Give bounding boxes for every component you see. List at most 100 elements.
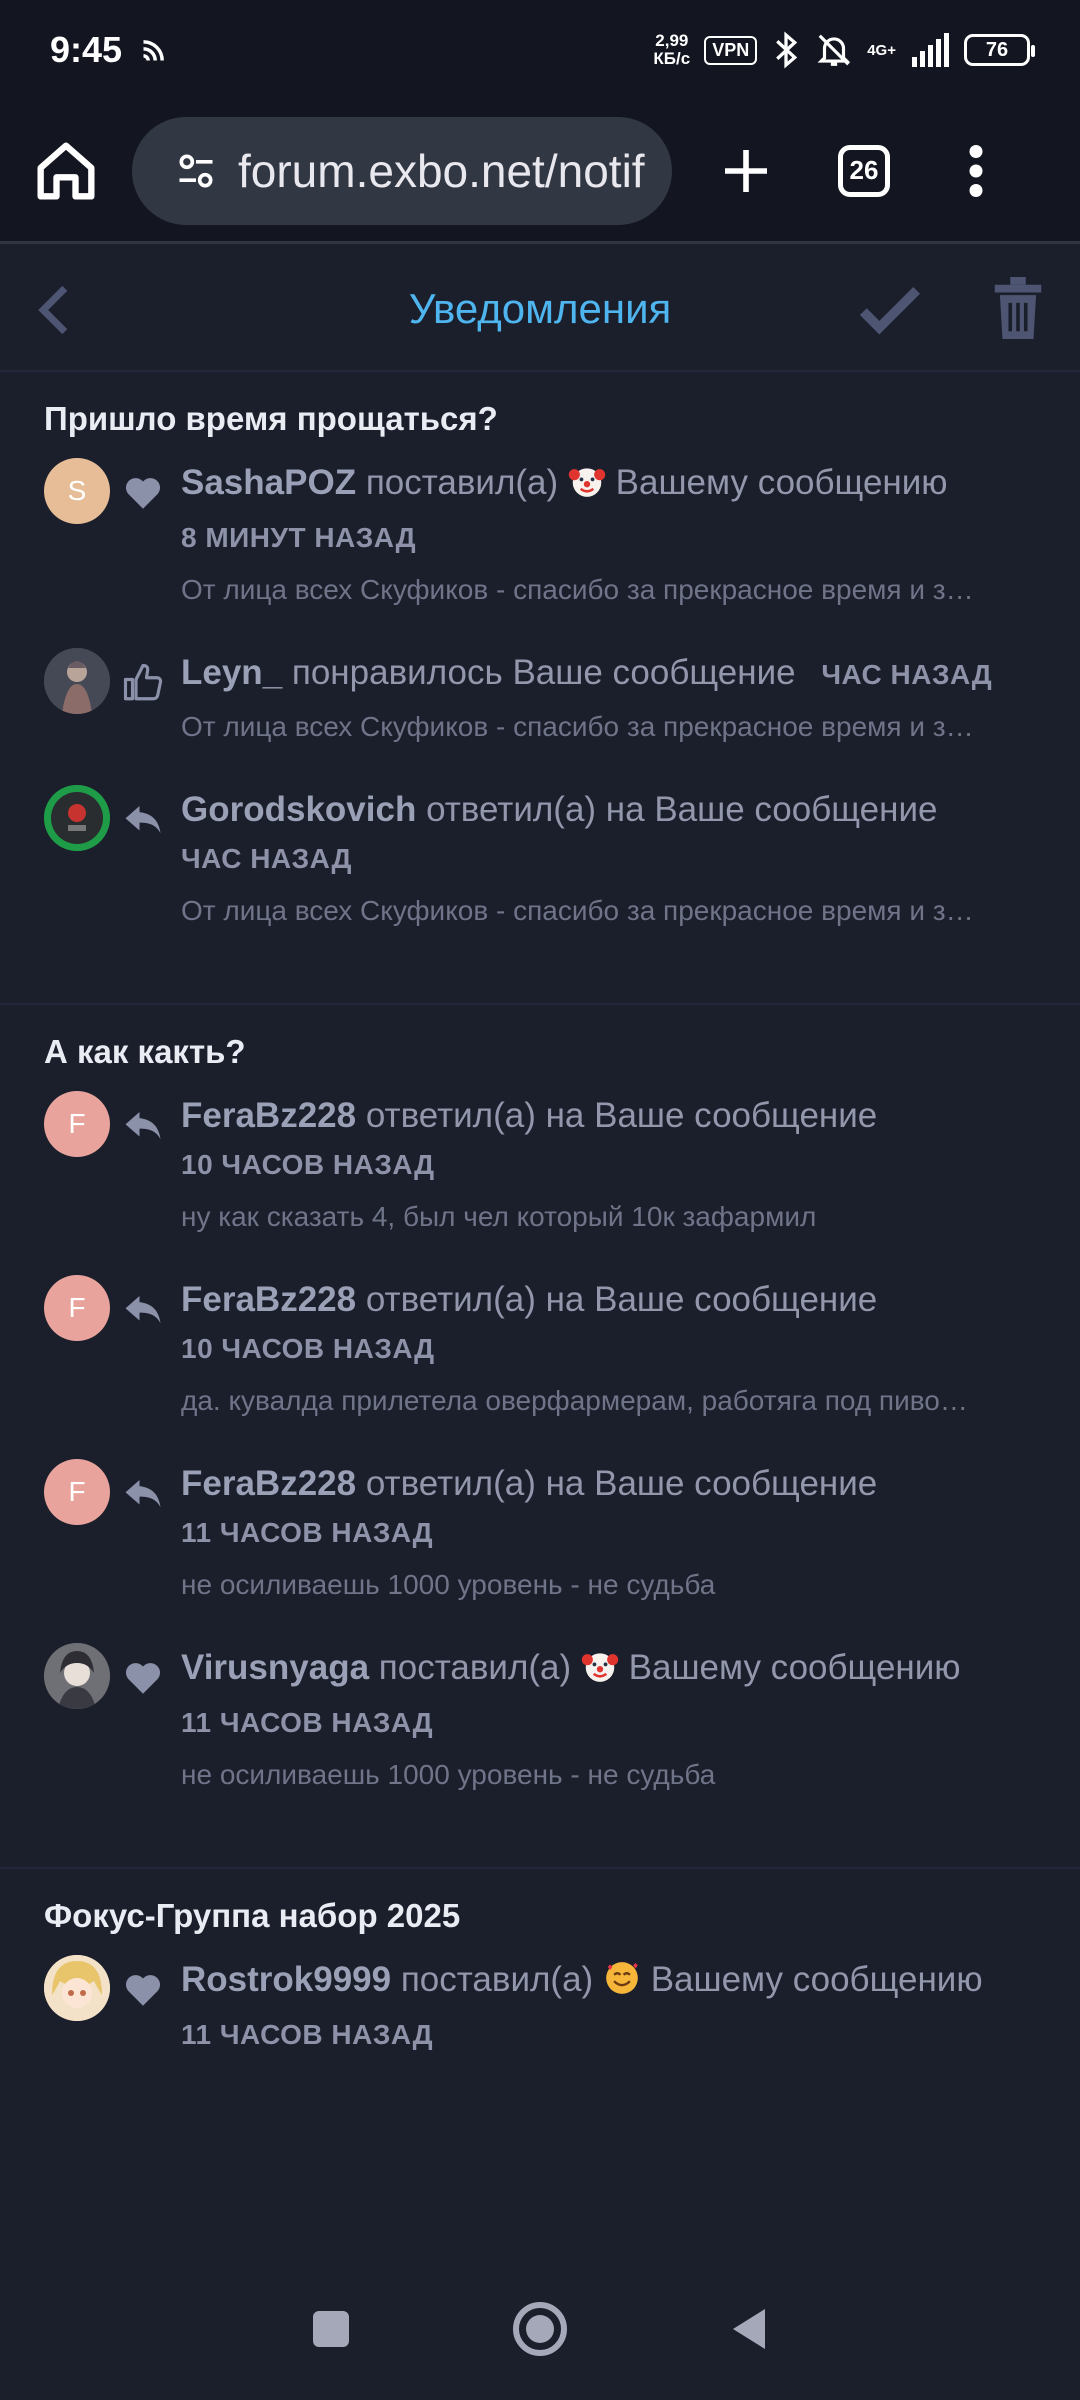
battery-icon: 76: [964, 34, 1035, 66]
site-settings-icon: [179, 154, 213, 187]
notification-group: А как какть? F FeraBz228 ответил(а) на В…: [0, 1005, 1080, 1869]
reply-icon: [125, 1480, 161, 1508]
notification-item[interactable]: Rostrok9999 поставил(а) Вашему сообщению…: [0, 1955, 1080, 2059]
avatar[interactable]: F: [44, 1459, 110, 1525]
back-nav-button[interactable]: [729, 2305, 769, 2358]
browser-menu-button[interactable]: [966, 144, 986, 197]
plus-icon: [725, 149, 767, 192]
browser-toolbar: forum.exbo.net/notif 26: [0, 100, 1080, 244]
notification-time: 11 часов назад: [181, 2019, 434, 2050]
post-excerpt: От лица всех Скуфиков - спасибо за прекр…: [181, 711, 974, 742]
notification-group: Пришло время прощаться? S SashaPOZ поста…: [0, 372, 1080, 1005]
username[interactable]: Rostrok9999: [181, 1960, 391, 1999]
notification-text: FeraBz228 ответил(а) на Ваше сообщение: [181, 1464, 878, 1503]
vpn-badge: VPN: [704, 35, 758, 65]
reply-icon: [125, 806, 161, 834]
mark-all-read-button[interactable]: [858, 281, 922, 342]
notification-item[interactable]: F FeraBz228 ответил(а) на Ваше сообщение…: [0, 1091, 1080, 1245]
signal-icon: [912, 33, 949, 67]
heart-icon: [125, 1663, 161, 1694]
notification-item[interactable]: S SashaPOZ поставил(а) Вашему сообщению …: [0, 458, 1080, 618]
back-button[interactable]: [34, 283, 74, 342]
discussion-title[interactable]: Пришло время прощаться?: [0, 372, 1080, 458]
notification-item[interactable]: Virusnyaga поставил(а) Вашему сообщению …: [0, 1643, 1080, 1803]
delete-all-button[interactable]: [992, 277, 1044, 344]
tab-count: 26: [849, 155, 879, 185]
username[interactable]: Leyn_: [181, 653, 282, 692]
username[interactable]: FeraBz228: [181, 1280, 356, 1319]
username[interactable]: FeraBz228: [181, 1096, 356, 1135]
smiling-face-with-hearts-emoji-icon: [603, 1959, 641, 2011]
triangle-back-icon: [733, 2308, 766, 2349]
username[interactable]: Virusnyaga: [181, 1648, 369, 1687]
home-nav-button[interactable]: [512, 2301, 568, 2362]
thumbs-up-icon: [123, 663, 163, 701]
post-excerpt: не осиливаешь 1000 уровень - не судьба: [181, 1569, 716, 1600]
home-button[interactable]: [28, 133, 104, 209]
notification-text: FeraBz228 ответил(а) на Ваше сообщение: [181, 1280, 878, 1319]
post-excerpt: От лица всех Скуфиков - спасибо за прекр…: [181, 895, 974, 926]
notification-text: Gorodskovich ответил(а) на Ваше сообщени…: [181, 790, 938, 829]
status-time: 9:45: [50, 29, 123, 70]
bell-off-icon: [817, 34, 851, 66]
discussion-title[interactable]: А как какть?: [0, 1005, 1080, 1091]
notification-text: Rostrok9999 поставил(а) Вашему сообщению: [181, 1955, 1080, 2011]
notification-time: час назад: [821, 659, 993, 690]
username[interactable]: FeraBz228: [181, 1464, 356, 1503]
bluetooth-icon: [776, 31, 798, 69]
notification-time: час назад: [181, 843, 352, 874]
avatar[interactable]: [44, 1643, 110, 1709]
avatar[interactable]: F: [44, 1091, 110, 1157]
notification-item[interactable]: F FeraBz228 ответил(а) на Ваше сообщение…: [0, 1459, 1080, 1613]
avatar[interactable]: F: [44, 1275, 110, 1341]
home-icon: [37, 142, 95, 199]
network-type: 4G+: [867, 41, 896, 59]
notification-list: Пришло время прощаться? S SashaPOZ поста…: [0, 372, 1080, 2262]
system-navigation-bar: [0, 2262, 1080, 2400]
notification-item[interactable]: Gorodskovich ответил(а) на Ваше сообщени…: [0, 785, 1080, 939]
post-excerpt: не осиливаешь 1000 уровень - не судьба: [181, 1759, 716, 1790]
clown-emoji-icon: [568, 462, 606, 514]
avatar[interactable]: [44, 785, 110, 851]
heart-icon: [125, 1975, 161, 2006]
notification-group: Фокус-Группа набор 2025 Rostrok9999 пост…: [0, 1869, 1080, 2123]
post-excerpt: да. кувалда прилетела оверфармерам, рабо…: [181, 1385, 968, 1416]
notification-time: 11 часов назад: [181, 1517, 434, 1548]
address-bar[interactable]: forum.exbo.net/notif: [132, 116, 672, 225]
notification-item[interactable]: Leyn_ понравилось Ваше сообщение час наз…: [0, 648, 1080, 755]
circle-icon: [512, 2301, 567, 2356]
post-excerpt: От лица всех Скуфиков - спасибо за прекр…: [181, 574, 974, 605]
tab-switcher-button[interactable]: 26: [838, 144, 890, 197]
notification-time: 11 часов назад: [181, 1707, 434, 1738]
username[interactable]: SashaPOZ: [181, 463, 356, 502]
network-speed: 2,99 КБ/с: [653, 31, 691, 68]
url-text: forum.exbo.net/notif: [238, 144, 645, 197]
recents-button[interactable]: [311, 2309, 351, 2354]
notification-time: 10 часов назад: [181, 1149, 435, 1180]
avatar[interactable]: [44, 648, 110, 714]
reply-icon: [125, 1296, 161, 1324]
new-tab-button[interactable]: [718, 143, 774, 199]
notification-item[interactable]: F FeraBz228 ответил(а) на Ваше сообщение…: [0, 1275, 1080, 1429]
trash-icon: [994, 277, 1042, 339]
clown-emoji-icon: [581, 1647, 619, 1699]
heart-icon: [125, 478, 161, 509]
status-bar: 9:45 2,99 КБ/с VPN 4G+ 76: [0, 0, 1080, 100]
square-icon: [312, 2310, 349, 2347]
notification-time: 10 часов назад: [181, 1333, 435, 1364]
avatar[interactable]: S: [44, 458, 110, 524]
notification-text: Virusnyaga поставил(а) Вашему сообщению: [181, 1643, 1080, 1699]
notification-text: Leyn_ понравилось Ваше сообщение час наз…: [181, 653, 993, 692]
avatar[interactable]: [44, 1955, 110, 2021]
check-icon: [859, 286, 921, 335]
cast-icon: [143, 40, 164, 61]
chevron-left-icon: [38, 285, 68, 335]
post-excerpt: ну как сказать 4, был чел который 10к за…: [181, 1201, 817, 1232]
notification-text: FeraBz228 ответил(а) на Ваше сообщение: [181, 1096, 878, 1135]
discussion-title[interactable]: Фокус-Группа набор 2025: [0, 1869, 1080, 1955]
notifications-header: Уведомления: [0, 247, 1080, 372]
reply-icon: [125, 1112, 161, 1140]
more-vert-icon: [969, 144, 983, 197]
notification-text: SashaPOZ поставил(а) Вашему сообщению: [181, 458, 1080, 514]
username[interactable]: Gorodskovich: [181, 790, 416, 829]
